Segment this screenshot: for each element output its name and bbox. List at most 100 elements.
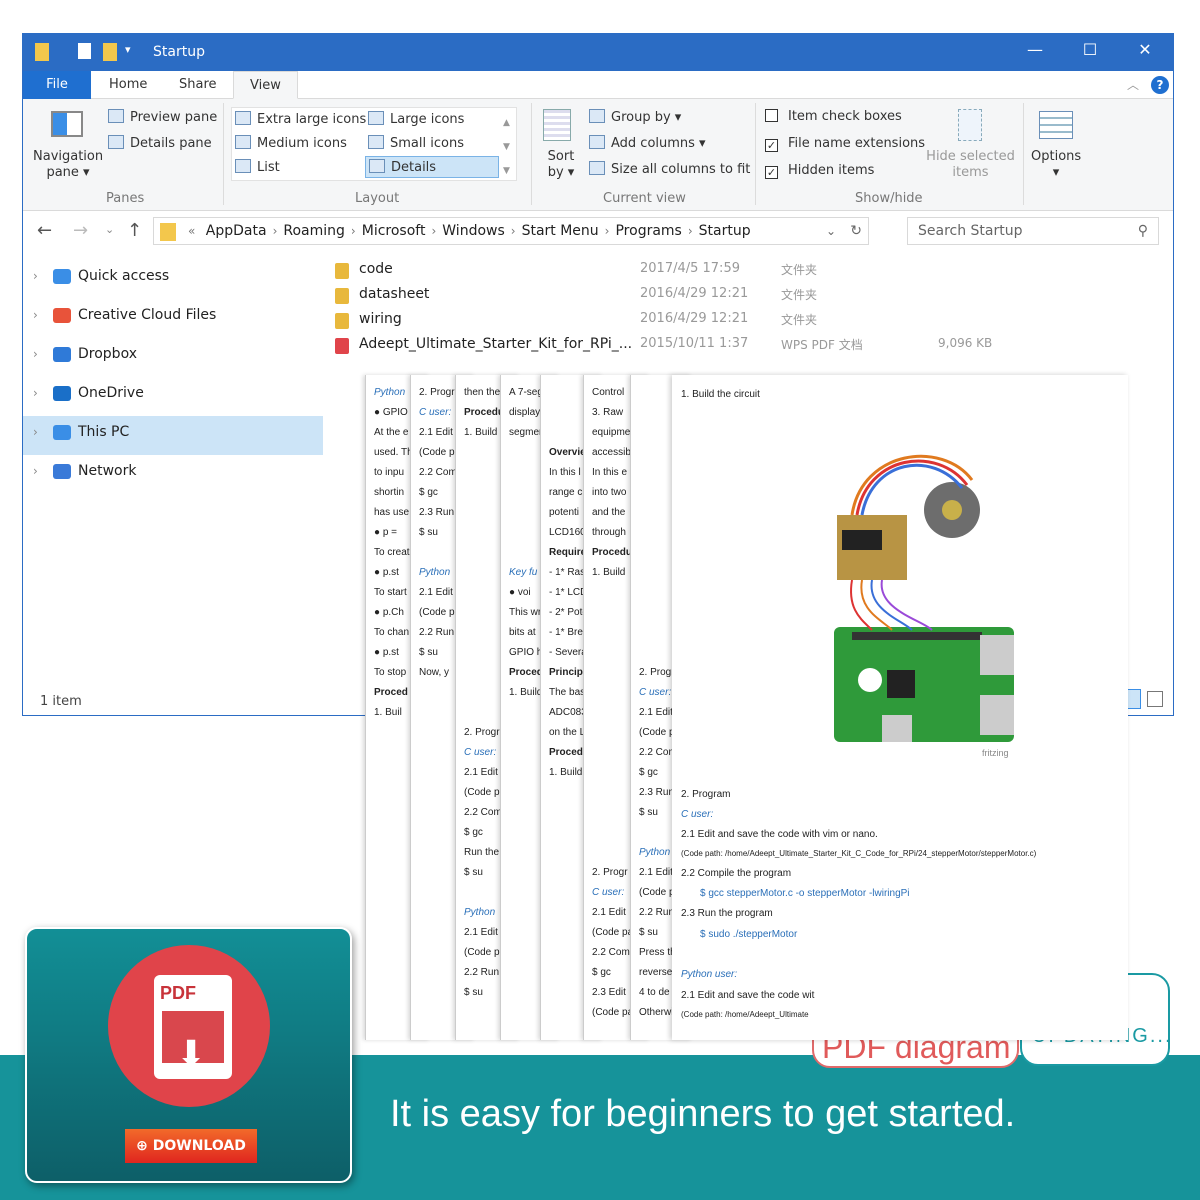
layout-group-label: Layout <box>355 191 400 206</box>
group-by-label: Group by ▾ <box>611 110 682 125</box>
file-date: 2017/4/5 17:59 <box>640 261 740 276</box>
sidebar-item-network[interactable]: › Network <box>23 455 323 494</box>
overflow-chevron[interactable]: « <box>188 224 195 238</box>
checkbox-checked[interactable]: ✓ <box>765 166 778 179</box>
hdmi-port <box>882 715 912 742</box>
address-dropdown-icon[interactable]: ⌄ <box>826 218 836 244</box>
tab-home[interactable]: Home <box>93 71 163 99</box>
breadcrumb-item[interactable]: Microsoft <box>362 223 426 239</box>
sort-by-button[interactable]: Sort by ▾ <box>543 149 579 181</box>
pdf-file-icon: PDF ⬇ <box>154 975 232 1079</box>
checkbox-checked[interactable]: ✓ <box>765 139 778 152</box>
hide-selected-button[interactable]: Hide selected items <box>923 149 1018 181</box>
circuit-diagram <box>834 454 1014 742</box>
ethernet-port <box>980 695 1014 735</box>
breadcrumb-item[interactable]: Roaming <box>283 223 345 239</box>
file-date: 2016/4/29 12:21 <box>640 286 749 301</box>
breadcrumb-item[interactable]: Startup <box>699 223 751 239</box>
breadcrumb-separator-icon[interactable]: › <box>273 224 278 238</box>
step-text: 2.1 Edit and save the code wit <box>681 990 815 1001</box>
layout-medium-icons[interactable]: Medium icons <box>235 135 347 151</box>
close-button[interactable]: ✕ <box>1125 40 1165 59</box>
details-pane-button[interactable]: Details pane <box>108 135 212 151</box>
recent-locations-icon[interactable]: ⌄ <box>105 223 114 236</box>
back-icon[interactable]: ← <box>37 220 52 241</box>
layout-small-icons[interactable]: Small icons <box>368 135 464 151</box>
checkbox-label: Item check boxes <box>788 109 902 124</box>
layout-extra-large-icons[interactable]: Extra large icons <box>235 111 366 127</box>
raspberry-logo <box>858 668 882 692</box>
hidden-items-toggle[interactable]: ✓ Hidden items <box>765 163 874 179</box>
item-check-boxes-toggle[interactable]: Item check boxes <box>765 109 902 124</box>
breadcrumb-separator-icon[interactable]: › <box>688 224 693 238</box>
properties-icon[interactable] <box>78 43 91 59</box>
search-input[interactable]: Search Startup ⚲ <box>907 217 1159 245</box>
tab-file[interactable]: File <box>23 71 91 99</box>
layout-list[interactable]: List <box>235 159 280 175</box>
sidebar-item-dropbox[interactable]: › Dropbox <box>23 338 323 377</box>
minimize-button[interactable]: — <box>1015 40 1055 59</box>
preview-pane-button[interactable]: Preview pane <box>108 109 217 125</box>
size-columns-icon <box>589 161 605 175</box>
sidebar-item-label: Dropbox <box>78 346 137 362</box>
up-icon[interactable]: ↑ <box>127 220 142 241</box>
c-user-heading: C user: <box>681 809 714 820</box>
breadcrumb-separator-icon[interactable]: › <box>351 224 356 238</box>
folder-icon <box>335 313 349 329</box>
details-view-button[interactable] <box>1127 689 1141 709</box>
title-bar: ▾ Startup — ☐ ✕ <box>23 34 1173 71</box>
download-button[interactable]: ⊕ DOWNLOAD <box>125 1129 257 1163</box>
forward-icon[interactable]: → <box>73 220 88 241</box>
sidebar-item-this-pc[interactable]: › This PC <box>23 416 323 455</box>
expand-icon[interactable]: › <box>33 455 38 487</box>
file-name-extensions-toggle[interactable]: ✓ File name extensions <box>765 136 925 152</box>
ribbon: Navigation pane ▾ Preview pane Details p… <box>23 99 1173 211</box>
file-name: wiring <box>359 311 402 327</box>
maximize-button[interactable]: ☐ <box>1070 40 1110 59</box>
customize-toolbar-icon[interactable]: ▾ <box>125 43 131 56</box>
size-columns-button[interactable]: Size all columns to fit <box>589 161 750 177</box>
breadcrumb-separator-icon[interactable]: › <box>431 224 436 238</box>
step-text: 2.3 Run the program <box>681 908 773 919</box>
breadcrumb-item[interactable]: Windows <box>442 223 505 239</box>
medium-icons-icon <box>235 135 251 149</box>
expand-icon[interactable]: › <box>33 260 38 292</box>
file-name: datasheet <box>359 286 430 302</box>
pdf-file-icon <box>335 338 349 354</box>
layout-details[interactable]: Details <box>365 156 499 178</box>
help-icon[interactable]: ? <box>1151 76 1169 94</box>
divider <box>223 103 224 205</box>
sidebar-item-onedrive[interactable]: › OneDrive <box>23 377 323 416</box>
new-folder-icon[interactable] <box>103 43 117 61</box>
sidebar-item-quick-access[interactable]: › Quick access <box>23 260 323 299</box>
layout-scroll[interactable]: ▲ ▼ ▼ <box>503 111 510 183</box>
add-columns-button[interactable]: Add columns ▾ <box>589 135 706 151</box>
breadcrumb-item[interactable]: AppData <box>206 223 267 239</box>
expand-icon[interactable]: › <box>33 377 38 409</box>
expand-icon[interactable]: › <box>33 416 38 448</box>
tab-share[interactable]: Share <box>163 71 233 99</box>
checkbox-label: Hidden items <box>788 163 875 178</box>
refresh-icon[interactable]: ↻ <box>850 218 862 244</box>
breadcrumb-separator-icon[interactable]: › <box>605 224 610 238</box>
command-text: $ sudo ./stepperMotor <box>700 929 798 940</box>
dropbox-icon <box>53 347 71 362</box>
breadcrumb-item[interactable]: Start Menu <box>522 223 599 239</box>
layout-large-icons[interactable]: Large icons <box>368 111 464 127</box>
group-by-button[interactable]: Group by ▾ <box>589 109 681 125</box>
tab-view[interactable]: View <box>233 71 298 99</box>
options-button[interactable]: Options ▾ <box>1031 149 1081 181</box>
folder-icon <box>335 263 349 279</box>
breadcrumb-separator-icon[interactable]: › <box>511 224 516 238</box>
expand-icon[interactable]: › <box>33 338 38 370</box>
creative-cloud-files-icon <box>53 308 71 323</box>
collapse-ribbon-icon[interactable]: ︿ <box>1127 76 1139 93</box>
checkbox[interactable] <box>765 109 778 122</box>
navigation-pane-button[interactable]: Navigation pane ▾ <box>33 149 103 181</box>
large-icons-view-button[interactable] <box>1147 691 1163 707</box>
folder-icon <box>160 223 176 241</box>
sidebar-item-creative-cloud-files[interactable]: › Creative Cloud Files <box>23 299 323 338</box>
breadcrumb-item[interactable]: Programs <box>615 223 681 239</box>
expand-icon[interactable]: › <box>33 299 38 331</box>
address-bar[interactable]: « AppData › Roaming › Microsoft › Windows › Star… <box>153 217 869 245</box>
